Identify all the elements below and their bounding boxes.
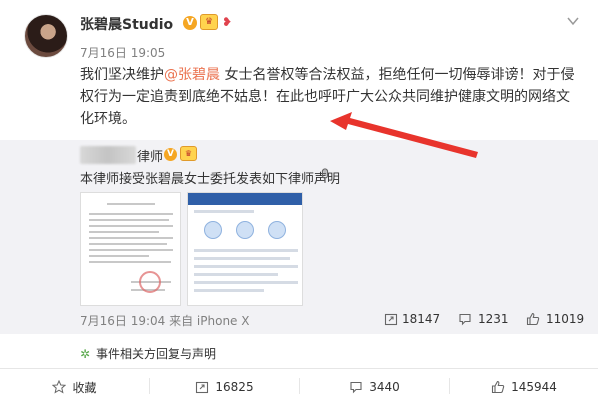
fan-badge-icon: ❥: [222, 15, 233, 29]
star-icon: [52, 380, 67, 394]
doc-line: [107, 203, 155, 205]
author-name[interactable]: 张碧晨Studio: [80, 14, 173, 34]
like-button-count: 145944: [511, 380, 557, 394]
like-button[interactable]: 145944: [450, 370, 598, 404]
doc-line: [89, 255, 149, 257]
repost-count[interactable]: 18147: [402, 312, 440, 326]
screenshot-step-circle: [204, 221, 222, 239]
screenshot-line: [194, 289, 264, 292]
post-text-start: 我们坚决维护: [80, 67, 164, 83]
doc-line: [89, 225, 173, 227]
comment-icon: [350, 381, 362, 394]
vip-crown-icon: ♛: [180, 146, 197, 161]
repost-button-count: 16825: [215, 380, 254, 394]
screenshot-header-bar: [188, 193, 302, 205]
screenshot-line: [194, 281, 298, 284]
doc-line: [89, 249, 173, 251]
blurred-author-name[interactable]: [80, 146, 136, 164]
doc-line: [89, 243, 167, 245]
favorite-button[interactable]: 收藏: [0, 370, 149, 404]
event-asterisk-icon: ✲: [80, 347, 91, 361]
verified-v-icon: V: [183, 16, 197, 30]
screenshot-step-circle: [236, 221, 254, 239]
attachment-image-letter[interactable]: [80, 192, 181, 306]
screenshot-line: [194, 265, 298, 268]
comment-button-count: 3440: [369, 380, 400, 394]
verified-v-icon: V: [164, 148, 177, 161]
repost-icon[interactable]: [384, 312, 398, 326]
screenshot-line: [194, 257, 290, 260]
repost-author-suffix[interactable]: 律师: [137, 146, 163, 165]
like-icon: [492, 380, 505, 394]
mention-link[interactable]: @张碧晨: [164, 67, 220, 83]
doc-line: [89, 219, 169, 221]
seal-stamp: [139, 271, 161, 293]
comment-count[interactable]: 1231: [478, 312, 509, 326]
doc-line: [89, 261, 171, 263]
favorite-label: 收藏: [72, 380, 97, 395]
post-timestamp[interactable]: 7月16日 19:05: [80, 44, 165, 61]
action-bar-divider: [0, 368, 598, 369]
screenshot-line: [194, 249, 298, 252]
like-count[interactable]: 11019: [546, 312, 584, 326]
author-avatar[interactable]: [24, 14, 68, 58]
microphone-icon: [321, 168, 329, 183]
repost-button[interactable]: 16825: [150, 370, 299, 404]
like-icon[interactable]: [526, 312, 540, 326]
event-link[interactable]: 事件相关方回复与声明: [96, 345, 216, 362]
repost-icon: [196, 381, 209, 394]
chevron-down-icon[interactable]: [566, 14, 580, 28]
doc-line: [89, 213, 173, 215]
comment-button[interactable]: 3440: [300, 370, 449, 404]
comment-icon[interactable]: [458, 312, 472, 326]
repost-text: 本律师接受张碧晨女士委托发表如下律师声明: [80, 172, 341, 187]
doc-line: [89, 231, 159, 233]
screenshot-line: [194, 210, 254, 213]
post-text: 我们坚决维护@张碧晨 女士名誉权等合法权益，拒绝任何一切侮辱诽谤！对于侵权行为一…: [80, 64, 580, 130]
doc-line: [89, 237, 173, 239]
attachment-image-screenshot[interactable]: [187, 192, 303, 306]
screenshot-line: [194, 273, 278, 276]
vip-crown-icon: ♛: [200, 14, 218, 30]
repost-timestamp-source[interactable]: 7月16日 19:04 来自 iPhone X: [80, 312, 249, 329]
screenshot-step-circle: [268, 221, 286, 239]
weibo-post-card: 张碧晨Studio V ♛ ❥ 7月16日 19:05 我们坚决维护@张碧晨 女…: [0, 0, 598, 404]
